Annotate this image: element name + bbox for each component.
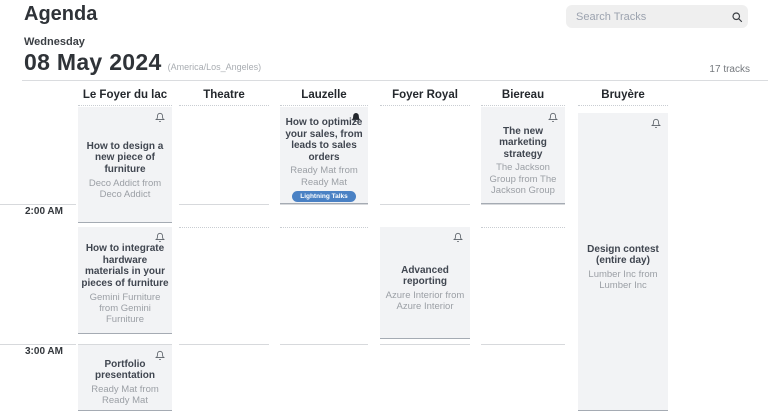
page-title: Agenda (24, 3, 97, 26)
card-body: Advanced reporting Azure Interior from A… (380, 227, 470, 338)
time-label-2am: 2:00 AM (25, 206, 63, 217)
gridline-hour-3am (179, 344, 269, 345)
gridline-dotted-row2 (280, 227, 368, 228)
card-body: How to design a new piece of furniture D… (78, 107, 172, 222)
card-body: Portfolio presentation Ready Mat from Re… (78, 345, 172, 410)
gridline-dotted-row1 (578, 105, 668, 106)
track-card-how-to-design[interactable]: How to design a new piece of furniture D… (78, 107, 172, 223)
timezone-label: (America/Los_Angeles) (168, 62, 262, 72)
room-header-biereau: Biereau (481, 89, 565, 101)
room-header-bruyere: Bruyère (578, 89, 668, 101)
search-input[interactable] (566, 11, 726, 23)
track-title: The new marketing strategy (484, 126, 562, 161)
track-title: Advanced reporting (383, 265, 467, 288)
gridline-dotted-row2 (179, 227, 269, 228)
gridline-hour-2am (179, 204, 269, 205)
gridline-hour-2am-gutter (0, 204, 76, 205)
track-card-portfolio-presentation[interactable]: Portfolio presentation Ready Mat from Re… (78, 345, 172, 411)
lightning-talks-badge: Lightning Talks (292, 191, 356, 202)
track-card-design-contest[interactable]: Design contest (entire day) Lumber Inc f… (578, 113, 668, 411)
track-speaker: Lumber Inc from Lumber Inc (581, 269, 665, 292)
card-body: Design contest (entire day) Lumber Inc f… (578, 113, 668, 410)
gridline-dotted-row1 (78, 105, 172, 106)
gridline-hour-3am (280, 344, 368, 345)
room-header-theatre: Theatre (179, 89, 269, 101)
track-card-how-to-integrate-hardware[interactable]: How to integrate hardware materials in y… (78, 227, 172, 334)
track-title: Portfolio presentation (81, 359, 169, 382)
gridline-hour-2am (280, 204, 368, 205)
search-icon[interactable] (726, 11, 748, 23)
time-label-3am: 3:00 AM (25, 346, 63, 357)
header-divider (22, 80, 768, 81)
gridline-dotted-row1 (481, 105, 565, 106)
track-speaker: Ready Mat from Ready Mat (283, 165, 365, 188)
weekday-label: Wednesday (24, 36, 85, 48)
track-speaker: Azure Interior from Azure Interior (383, 290, 467, 313)
track-title: How to integrate hardware materials in y… (81, 243, 169, 289)
date-line: 08 May 2024 (America/Los_Angeles) (24, 49, 261, 76)
gridline-hour-3am-gutter (0, 344, 76, 345)
date-label: 08 May 2024 (24, 49, 162, 76)
track-card-advanced-reporting[interactable]: Advanced reporting Azure Interior from A… (380, 227, 470, 339)
track-speaker: The Jackson Group from The Jackson Group (484, 162, 562, 196)
room-header-le-foyer-du-lac: Le Foyer du lac (78, 89, 172, 101)
tracks-count: 17 tracks (709, 64, 750, 75)
gridline-dotted-row2 (481, 227, 565, 228)
gridline-hour-3am (481, 344, 565, 345)
track-speaker: Ready Mat from Ready Mat (81, 384, 169, 407)
track-card-new-marketing-strategy[interactable]: The new marketing strategy The Jackson G… (481, 107, 565, 204)
gridline-dotted-row1 (380, 105, 470, 106)
gridline-dotted-row1 (179, 105, 269, 106)
gridline-hour-2am (481, 204, 565, 205)
room-header-lauzelle: Lauzelle (280, 89, 368, 101)
track-title: Design contest (entire day) (581, 244, 665, 267)
track-title: How to optimize your sales, from leads t… (283, 117, 365, 163)
room-header-foyer-royal: Foyer Royal (380, 89, 470, 101)
search-box[interactable] (566, 5, 748, 28)
gridline-dotted-row1 (280, 105, 368, 106)
track-speaker: Gemini Furniture from Gemini Furniture (81, 292, 169, 326)
gridline-hour-3am (380, 344, 470, 345)
card-body: How to optimize your sales, from leads t… (280, 107, 368, 203)
card-body: The new marketing strategy The Jackson G… (481, 107, 565, 203)
track-speaker: Deco Addict from Deco Addict (81, 178, 169, 201)
gridline-hour-2am (380, 204, 470, 205)
track-title: How to design a new piece of furniture (81, 141, 169, 176)
card-body: How to integrate hardware materials in y… (78, 227, 172, 333)
track-card-how-to-optimize-sales[interactable]: How to optimize your sales, from leads t… (280, 107, 368, 204)
